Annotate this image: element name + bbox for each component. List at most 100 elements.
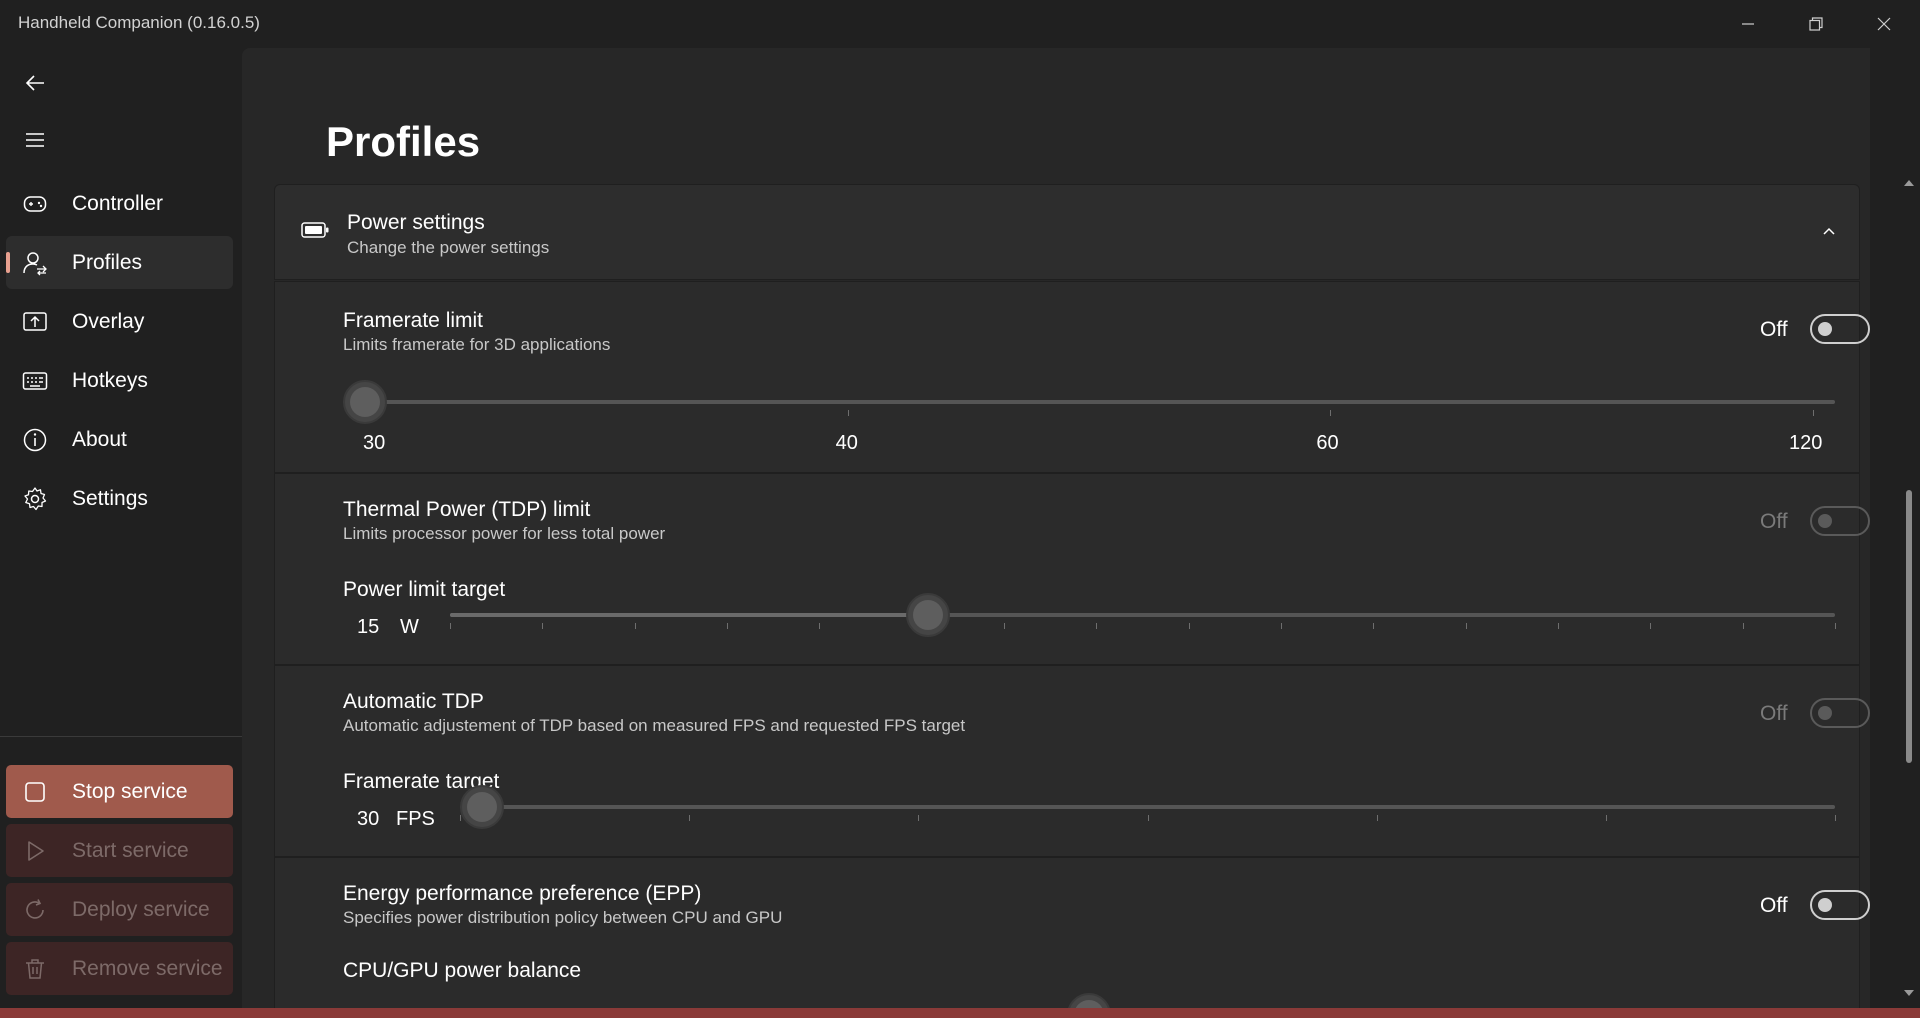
trash-icon: [22, 956, 48, 982]
cpu-gpu-balance-slider[interactable]: [343, 993, 1835, 1008]
toggle-switch[interactable]: [1810, 890, 1870, 920]
info-icon: [22, 427, 48, 453]
framerate-tick-label: 40: [835, 432, 858, 454]
power-settings-title: Power settings: [347, 211, 485, 234]
auto-tdp-subtitle: Automatic adjustement of TDP based on me…: [343, 716, 966, 735]
sidebar: Controller Profiles Overlay Hotkeys Abou…: [0, 48, 242, 1008]
chevron-up-icon[interactable]: [1821, 223, 1837, 239]
nav-label-controller: Controller: [72, 192, 164, 215]
nav-item-settings[interactable]: Settings: [6, 472, 233, 525]
power-settings-subtitle: Change the power settings: [347, 238, 550, 257]
slider-tick: [1742, 623, 1744, 629]
deploy-service-button[interactable]: Deploy service: [6, 883, 233, 936]
epp-card: Energy performance preference (EPP) Spec…: [274, 857, 1870, 1008]
minimize-button[interactable]: [1714, 0, 1782, 48]
slider-tick: [1465, 623, 1467, 629]
slider-tick: [1835, 815, 1836, 821]
start-service-button[interactable]: Start service: [6, 824, 233, 877]
refresh-icon: [22, 897, 48, 923]
slider-tick: [727, 623, 728, 629]
framerate-limit-toggle[interactable]: Off: [1760, 314, 1870, 346]
nav-label-about: About: [72, 428, 127, 451]
gamepad-icon: [22, 191, 48, 217]
main-content: Profiles Power settings Change the power…: [242, 48, 1870, 1008]
nav-item-hotkeys[interactable]: Hotkeys: [6, 354, 233, 407]
page-title: Profiles: [326, 118, 481, 165]
framerate-limit-state: Off: [1760, 318, 1788, 341]
scrollbar-thumb[interactable]: [1906, 490, 1912, 763]
nav-label-overlay: Overlay: [72, 310, 145, 333]
nav-item-profiles[interactable]: Profiles: [6, 236, 233, 289]
scroll-up-icon[interactable]: [1898, 176, 1920, 190]
selection-indicator: [6, 252, 10, 273]
stop-icon: [22, 779, 48, 805]
slider-tick: [1558, 623, 1559, 629]
stop-service-button[interactable]: Stop service: [6, 765, 233, 818]
framerate-limit-title: Framerate limit: [343, 309, 484, 332]
slider-tick: [819, 623, 821, 629]
slider-thumb[interactable]: [460, 785, 504, 829]
start-service-label: Start service: [72, 839, 189, 862]
restore-button[interactable]: [1782, 0, 1850, 48]
slider-tick: [1650, 623, 1652, 629]
slider-thumb[interactable]: [1067, 993, 1111, 1008]
slider-tick: [634, 623, 636, 629]
back-button[interactable]: [14, 62, 56, 104]
slider-thumb[interactable]: [343, 380, 387, 424]
slider-fill: [450, 613, 919, 617]
auto-tdp-toggle[interactable]: Off: [1760, 698, 1870, 730]
tdp-limit-subtitle: Limits processor power for less total po…: [343, 524, 666, 543]
epp-toggle[interactable]: Off: [1760, 890, 1870, 922]
slider-track: [460, 805, 1835, 809]
minimize-icon: [1742, 23, 1754, 25]
power-limit-slider[interactable]: [450, 593, 1836, 637]
scroll-down-icon[interactable]: [1898, 986, 1920, 1000]
vertical-scrollbar[interactable]: [1898, 176, 1920, 1006]
power-limit-unit: W: [400, 616, 419, 638]
nav-item-overlay[interactable]: Overlay: [6, 295, 233, 348]
auto-tdp-state: Off: [1760, 702, 1788, 725]
power-settings-expander[interactable]: Power settings Change the power settings: [274, 184, 1860, 280]
play-icon: [22, 838, 48, 864]
slider-tick: [450, 623, 451, 629]
tdp-limit-card: Thermal Power (TDP) limit Limits process…: [274, 473, 1870, 665]
sidebar-divider: [0, 736, 242, 737]
framerate-limit-slider[interactable]: [343, 380, 1835, 424]
toggle-switch[interactable]: [1810, 314, 1870, 344]
power-limit-value: 15: [357, 616, 380, 638]
framerate-tick-label: 30: [363, 432, 386, 454]
close-icon: [1877, 17, 1891, 31]
tdp-limit-toggle[interactable]: Off: [1760, 506, 1870, 538]
slider-tick: [1147, 815, 1149, 821]
slider-tick: [1096, 623, 1098, 629]
tdp-limit-state: Off: [1760, 510, 1788, 533]
epp-state: Off: [1760, 894, 1788, 917]
hamburger-menu-button[interactable]: [14, 119, 56, 161]
taskbar-strip: [0, 1008, 1920, 1018]
toggle-knob: [1818, 514, 1832, 528]
slider-tick: [1835, 623, 1836, 629]
close-button[interactable]: [1850, 0, 1918, 48]
gear-icon: [22, 486, 48, 512]
toggle-switch[interactable]: [1810, 506, 1870, 536]
framerate-limit-card: Framerate limit Limits framerate for 3D …: [274, 281, 1870, 473]
app-window: Handheld Companion (0.16.0.5) Controller: [0, 0, 1920, 1018]
nav-item-controller[interactable]: Controller: [6, 177, 233, 230]
restore-icon: [1809, 17, 1823, 31]
nav-item-about[interactable]: About: [6, 413, 233, 466]
slider-thumb[interactable]: [906, 593, 951, 637]
epp-subtitle: Specifies power distribution policy betw…: [343, 908, 783, 927]
hamburger-icon: [26, 133, 44, 147]
auto-tdp-card: Automatic TDP Automatic adjustement of T…: [274, 665, 1870, 857]
framerate-tick-label: 120: [1789, 432, 1823, 454]
toggle-switch[interactable]: [1810, 698, 1870, 728]
framerate-limit-subtitle: Limits framerate for 3D applications: [343, 335, 611, 354]
overlay-icon: [22, 309, 48, 335]
remove-service-button[interactable]: Remove service: [6, 942, 233, 995]
slider-tick: [1188, 623, 1190, 629]
slider-tick: [1330, 410, 1332, 416]
toggle-knob: [1818, 706, 1832, 720]
framerate-target-slider[interactable]: [460, 785, 1836, 829]
toggle-knob: [1818, 898, 1832, 912]
slider-tick: [689, 815, 691, 821]
